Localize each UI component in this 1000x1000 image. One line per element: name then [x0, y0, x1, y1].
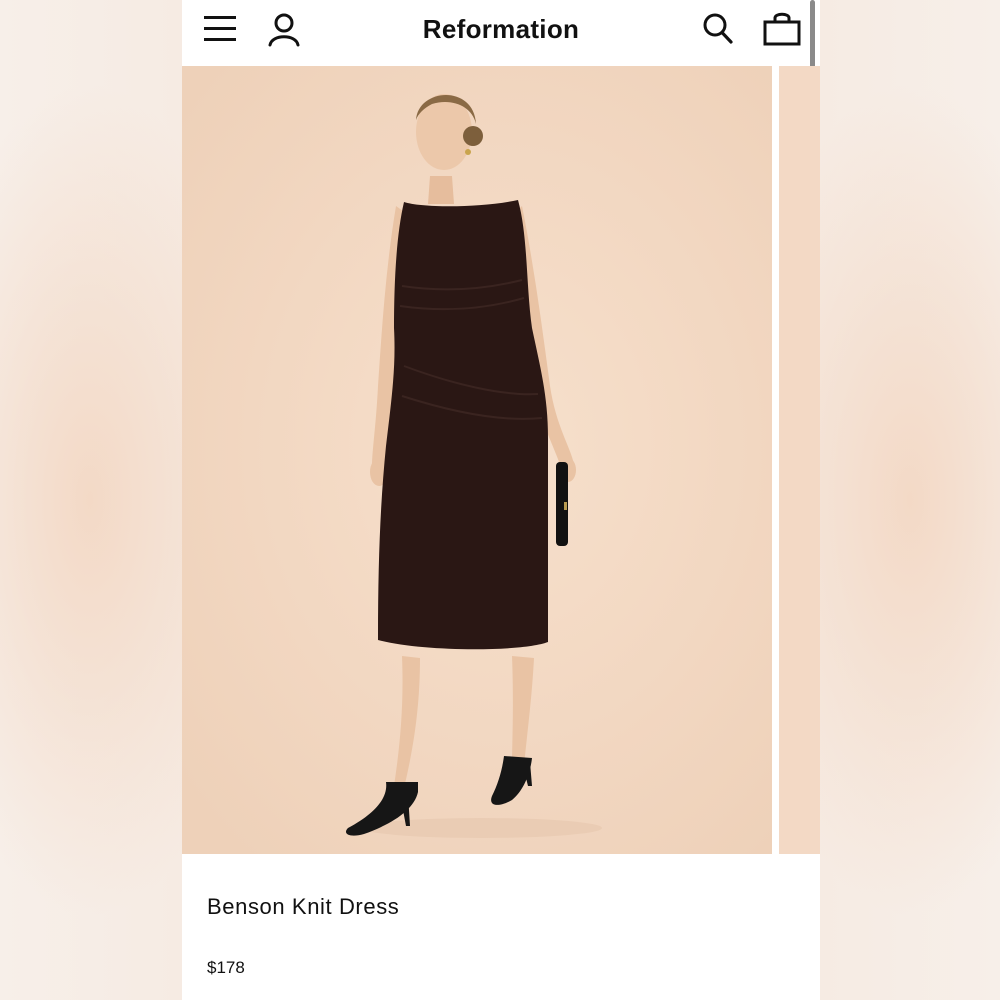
search-icon[interactable]: [702, 12, 734, 46]
site-header: Reformation: [182, 0, 820, 66]
product-image[interactable]: [182, 66, 772, 854]
mobile-screen: Reformation Benson Knit Dress $178: [182, 0, 820, 1000]
product-name[interactable]: Benson Knit Dress: [207, 894, 399, 920]
product-price: $178: [207, 958, 245, 977]
shopping-bag-icon[interactable]: [762, 8, 802, 48]
model-figure-illustration: [345, 94, 602, 838]
product-image-carousel[interactable]: [182, 66, 820, 854]
next-image-preview[interactable]: [779, 66, 820, 854]
